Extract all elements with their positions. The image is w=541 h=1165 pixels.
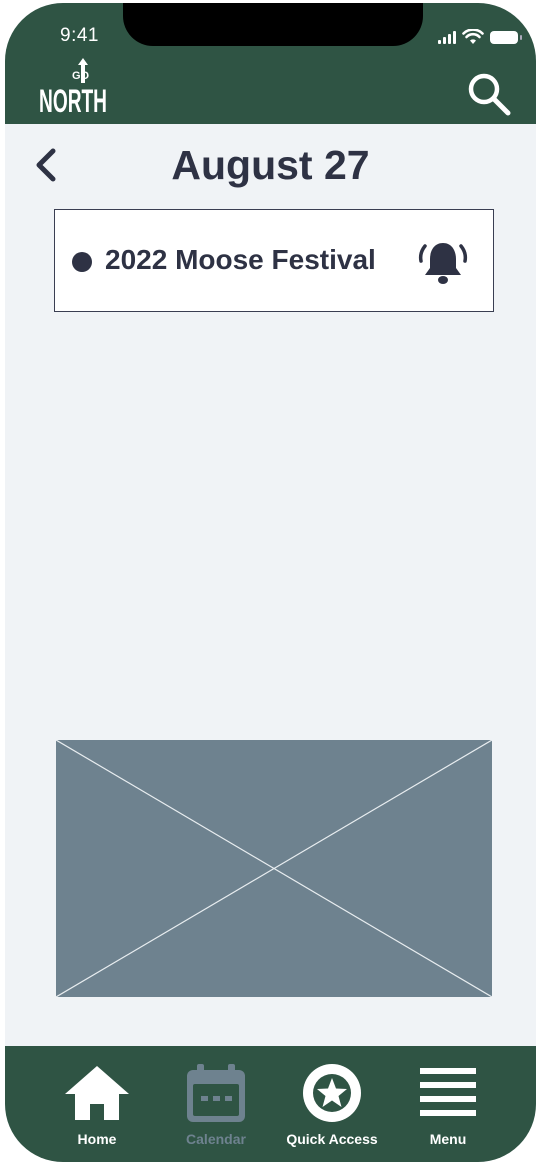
tab-calendar[interactable]: Calendar	[156, 1062, 276, 1152]
tab-home[interactable]: Home	[37, 1062, 157, 1152]
placeholder-cross	[55, 739, 493, 998]
star-icon	[303, 1064, 361, 1122]
tab-quick-access-label: Quick Access	[286, 1131, 378, 1147]
tab-menu-label: Menu	[429, 1131, 467, 1147]
date-title-row: August 27	[5, 124, 536, 206]
search-icon[interactable]	[466, 71, 512, 117]
status-time: 9:41	[60, 25, 99, 46]
tab-calendar-label: Calendar	[186, 1131, 246, 1147]
tab-menu[interactable]: Menu	[388, 1062, 508, 1152]
page-title: August 27	[171, 142, 370, 188]
app-header: 9:41 GO NORTH	[5, 3, 536, 124]
event-list-item[interactable]: 2022 Moose Festival	[54, 209, 494, 312]
logo-go-text: GO	[72, 70, 90, 82]
calendar-icon	[187, 1064, 245, 1122]
wifi-icon	[462, 29, 484, 44]
signal-icon	[438, 30, 456, 44]
tab-quick-access[interactable]: Quick Access	[272, 1062, 392, 1152]
home-icon	[65, 1066, 129, 1120]
bell-ringing-icon[interactable]	[417, 238, 469, 288]
menu-icon	[420, 1068, 476, 1116]
event-name: 2022 Moose Festival	[105, 244, 376, 275]
event-bullet	[72, 252, 92, 272]
tab-home-label: Home	[77, 1131, 117, 1147]
image-placeholder	[55, 739, 493, 998]
bottom-tab-bar: Home Calendar Quick Access Menu	[5, 1046, 536, 1162]
status-icons	[438, 27, 522, 47]
logo-north-text: NORTH	[39, 83, 107, 115]
phone-frame: 9:41 GO NORTH August 27 2022 Moose Festi…	[5, 3, 536, 1162]
go-north-logo[interactable]: GO NORTH	[37, 53, 109, 115]
battery-icon	[490, 30, 522, 44]
notch	[123, 3, 423, 46]
